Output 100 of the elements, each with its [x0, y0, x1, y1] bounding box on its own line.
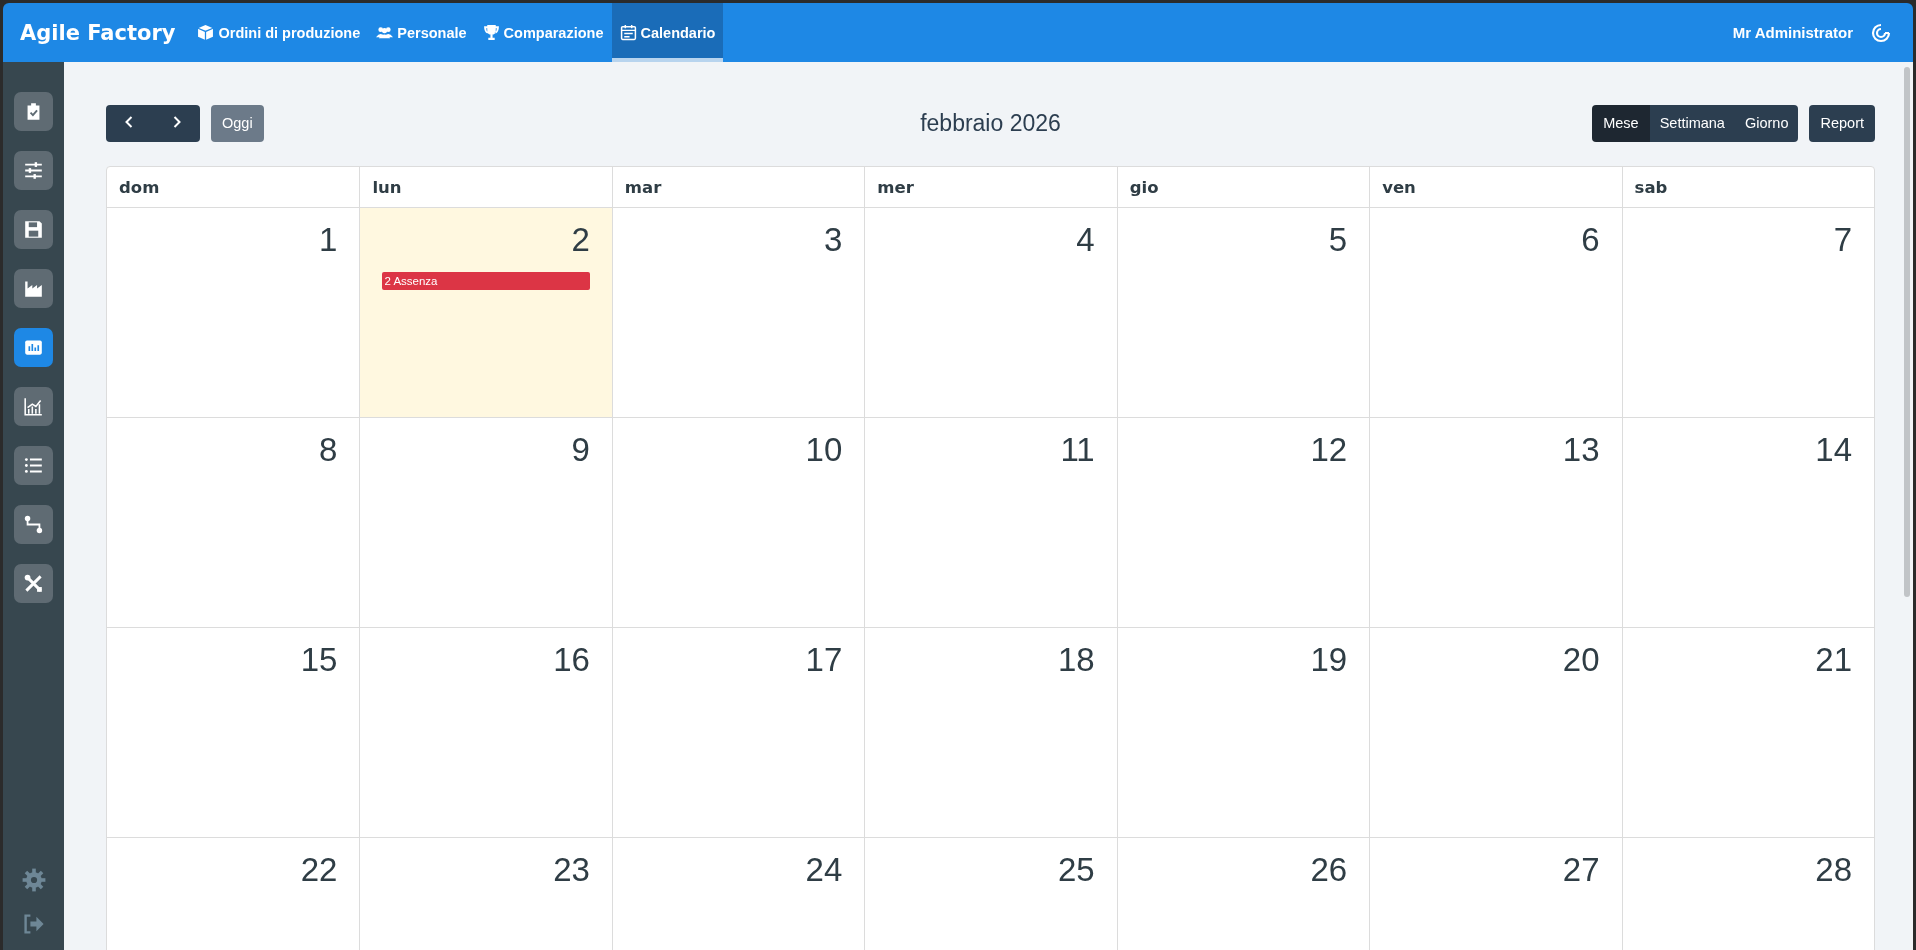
day-cell[interactable]: 11 — [864, 418, 1117, 628]
calendar-icon — [619, 24, 637, 41]
tools-icon — [24, 574, 43, 593]
day-number: 12 — [1310, 432, 1348, 469]
day-cell[interactable]: 24 — [611, 838, 865, 950]
weekday-header: sab — [1621, 167, 1874, 208]
day-cell[interactable]: 10 — [611, 418, 865, 628]
day-number: 21 — [1815, 642, 1852, 679]
day-number: 2 — [571, 222, 590, 259]
nav-tab[interactable]: Comparazione — [474, 3, 612, 62]
weekday-header: ven — [1369, 167, 1622, 208]
day-cell[interactable]: 13 — [1369, 418, 1622, 628]
day-cell[interactable]: 17 — [611, 628, 865, 838]
day-cell[interactable]: 2 2 Assenza — [359, 208, 612, 418]
app-title: Agile Factory — [19, 20, 177, 45]
previous-button[interactable] — [106, 104, 153, 142]
day-number: 27 — [1562, 852, 1600, 889]
day-cell[interactable]: 21 — [1621, 628, 1874, 838]
day-cell[interactable]: 26 — [1116, 838, 1370, 950]
route-icon — [24, 515, 43, 534]
day-cell[interactable]: 12 — [1116, 418, 1370, 628]
day-cell[interactable]: 22 — [107, 838, 360, 950]
day-cell[interactable]: 25 — [864, 838, 1117, 950]
day-number: 1 — [319, 222, 338, 259]
box-icon — [197, 24, 215, 41]
day-number: 18 — [1058, 642, 1095, 679]
day-number: 7 — [1833, 222, 1852, 259]
day-cell[interactable]: 16 — [359, 628, 612, 838]
sidebar-item[interactable] — [14, 92, 53, 131]
weekday-header: gio — [1116, 167, 1370, 208]
day-number: 11 — [1060, 432, 1095, 469]
list-icon — [24, 456, 43, 475]
nav-tab[interactable]: Personale — [368, 3, 475, 62]
people-icon — [376, 24, 394, 41]
month-title: febbraio 2026 — [920, 109, 1061, 137]
bar-chart-icon — [24, 338, 43, 357]
sidebar-item[interactable] — [14, 269, 53, 308]
chevron-left-icon — [124, 114, 135, 129]
day-cell[interactable]: 4 — [864, 208, 1117, 418]
day-cell[interactable]: 6 — [1369, 208, 1622, 418]
sidebar-item[interactable] — [14, 564, 53, 603]
view-button[interactable]: Giorno — [1734, 104, 1799, 142]
day-number: 17 — [805, 642, 843, 679]
sidebar-item[interactable] — [14, 505, 53, 544]
day-number: 25 — [1058, 852, 1095, 889]
day-number: 23 — [553, 852, 590, 889]
trophy-icon — [482, 24, 500, 41]
next-button[interactable] — [153, 104, 200, 142]
sliders-icon — [24, 161, 43, 180]
sidebar-item[interactable] — [14, 151, 53, 190]
sidebar-item[interactable] — [14, 387, 53, 426]
day-cell[interactable]: 3 — [611, 208, 865, 418]
weekday-header: dom — [107, 167, 360, 208]
nav-tab[interactable]: Ordini di produzione — [189, 3, 369, 62]
day-cell[interactable]: 19 — [1116, 628, 1370, 838]
day-cell[interactable]: 7 — [1621, 208, 1874, 418]
day-number: 13 — [1562, 432, 1600, 469]
report-button[interactable]: Report — [1809, 104, 1875, 142]
day-number: 20 — [1562, 642, 1600, 679]
day-number: 19 — [1310, 642, 1348, 679]
day-number: 16 — [553, 642, 590, 679]
chevron-right-icon — [171, 114, 182, 129]
swirl-logo-icon[interactable] — [1871, 22, 1891, 43]
factory-icon — [24, 279, 43, 298]
view-button[interactable]: Mese — [1592, 104, 1650, 142]
day-number: 9 — [571, 432, 590, 469]
weekday-header: mer — [864, 167, 1117, 208]
day-number: 5 — [1328, 222, 1348, 259]
today-button[interactable]: Oggi — [211, 104, 264, 142]
day-cell[interactable]: 18 — [864, 628, 1117, 838]
sidebar-item[interactable] — [14, 210, 53, 249]
day-cell[interactable]: 9 — [359, 418, 612, 628]
day-number: 8 — [319, 432, 338, 469]
day-cell[interactable]: 27 — [1369, 838, 1622, 950]
logout-icon[interactable] — [21, 912, 46, 936]
user-name[interactable]: Mr Administrator — [1732, 24, 1853, 41]
day-number: 22 — [300, 852, 338, 889]
day-cell[interactable]: 23 — [359, 838, 612, 950]
sidebar-item[interactable] — [14, 328, 53, 367]
day-number: 10 — [805, 432, 843, 469]
day-cell[interactable]: 28 — [1621, 838, 1874, 950]
sidebar-item[interactable] — [14, 446, 53, 485]
day-cell[interactable]: 14 — [1621, 418, 1874, 628]
nav-tab[interactable]: Calendario — [611, 3, 724, 62]
day-cell[interactable]: 15 — [107, 628, 360, 838]
view-button[interactable]: Settimana — [1649, 104, 1735, 142]
line-chart-icon — [24, 397, 43, 416]
day-number: 28 — [1815, 852, 1852, 889]
calendar-event[interactable]: 2 Assenza — [382, 272, 590, 291]
day-cell[interactable]: 20 — [1369, 628, 1622, 838]
day-number: 4 — [1076, 222, 1095, 259]
day-cell[interactable]: 8 — [107, 418, 360, 628]
day-number: 24 — [805, 852, 843, 889]
day-cell[interactable]: 5 — [1116, 208, 1370, 418]
day-number: 15 — [300, 642, 338, 679]
day-number: 14 — [1815, 432, 1852, 469]
weekday-header: mar — [611, 167, 865, 208]
scrollbar[interactable] — [1902, 62, 1913, 950]
day-number: 26 — [1310, 852, 1348, 889]
settings-icon[interactable] — [21, 868, 46, 892]
